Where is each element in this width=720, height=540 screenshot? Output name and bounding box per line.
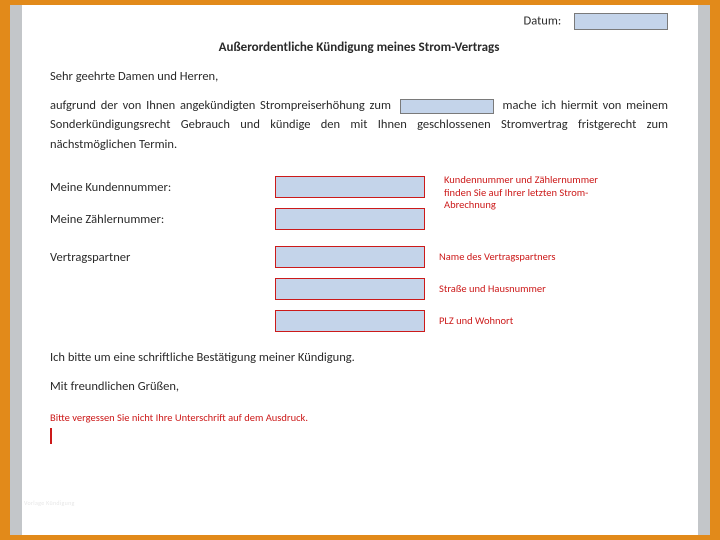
partner-name-field[interactable] [275,246,425,268]
confirmation-request: Ich bitte um eine schriftliche Bestätigu… [50,350,668,365]
signature-note: Bitte vergessen Sie nicht Ihre Unterschr… [50,412,668,425]
body-text-1: aufgrund der von Ihnen angekündigten Str… [50,98,391,113]
partner-name-note: Name des Vertragspartners [439,251,555,263]
partner-street-field[interactable] [275,278,425,300]
customer-number-field[interactable] [275,176,425,198]
greeting: Mit freundlichen Grüßen, [50,379,668,394]
partner-street-row: Straße und Hausnummer [50,278,668,300]
page-content: Datum: Außerordentliche Kündigung meines… [22,5,698,535]
date-field[interactable] [574,13,668,30]
customer-number-label: Meine Kundennummer: [50,180,275,195]
partner-city-field[interactable] [275,310,425,332]
date-label: Datum: [524,13,562,28]
date-row: Datum: [50,13,668,30]
partner-label: Vertragspartner [50,250,275,265]
body-paragraph: aufgrund der von Ihnen angekündigten Str… [50,96,668,154]
document-title: Außerordentliche Kündigung meines Strom-… [50,40,668,55]
price-increase-date-field[interactable] [400,99,494,114]
signature-field[interactable] [50,428,52,444]
form-section: Kundennummer und Zählernummer finden Sie… [50,176,668,332]
partner-city-note: PLZ und Wohnort [439,315,513,327]
customer-meter-note: Kundennummer und Zählernummer finden Sie… [444,174,614,212]
partner-name-row: Vertragspartner Name des Vertragspartner… [50,246,668,268]
watermark: Vorlage Kündigung [24,499,75,507]
document-page: Datum: Außerordentliche Kündigung meines… [10,5,710,535]
partner-street-note: Straße und Hausnummer [439,283,546,295]
left-margin [10,5,22,535]
meter-number-field[interactable] [275,208,425,230]
right-margin [698,5,710,535]
partner-city-row: PLZ und Wohnort [50,310,668,332]
meter-number-label: Meine Zählernummer: [50,212,275,227]
salutation: Sehr geehrte Damen und Herren, [50,69,668,84]
